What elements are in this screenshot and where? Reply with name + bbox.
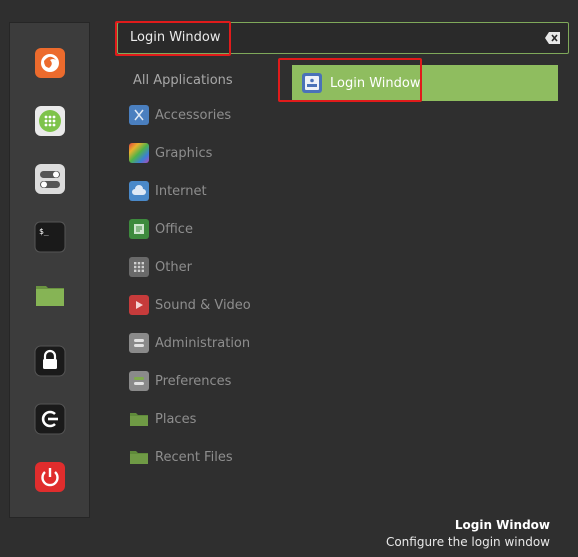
power-icon <box>35 462 65 492</box>
clear-search-icon[interactable] <box>545 32 560 44</box>
power-button[interactable] <box>32 459 68 495</box>
grid-icon <box>129 257 149 277</box>
category-label: Accessories <box>155 107 232 123</box>
category-label: Internet <box>155 183 207 199</box>
category-label: Office <box>155 221 193 237</box>
category-label: Places <box>155 411 197 427</box>
files-button[interactable] <box>32 277 68 313</box>
firefox-button[interactable] <box>32 45 68 81</box>
folder-icon <box>129 409 149 429</box>
logout-button[interactable] <box>32 401 68 437</box>
admin-icon <box>129 333 149 353</box>
login-window-icon <box>302 73 322 93</box>
software-manager-button[interactable] <box>32 103 68 139</box>
category-label: Administration <box>155 335 251 351</box>
graphics-icon <box>129 143 149 163</box>
office-icon <box>129 219 149 239</box>
search-input-value: Login Window <box>130 30 221 45</box>
terminal-icon: $_ <box>34 221 66 253</box>
logout-icon <box>34 403 66 435</box>
terminal-button[interactable]: $_ <box>32 219 68 255</box>
category-internet[interactable]: Internet <box>126 177 276 205</box>
files-folder-icon <box>36 286 64 306</box>
settings-toggle-icon <box>35 164 65 194</box>
category-label: Other <box>155 259 192 275</box>
category-label: Graphics <box>155 145 213 161</box>
lock-screen-icon <box>34 345 66 377</box>
category-label: All Applications <box>133 72 233 88</box>
category-recent-files[interactable]: Recent Files <box>126 443 276 471</box>
selected-app-description: Configure the login window <box>385 535 550 549</box>
category-graphics[interactable]: Graphics <box>126 139 276 167</box>
result-item-login-window[interactable]: Login Window <box>292 65 558 101</box>
preferences-icon <box>129 371 149 391</box>
category-preferences[interactable]: Preferences <box>126 367 276 395</box>
category-label: Recent Files <box>155 449 233 465</box>
category-all-applications[interactable]: All Applications <box>126 66 276 94</box>
svg-text:$_: $_ <box>39 227 49 236</box>
category-sound-video[interactable]: Sound & Video <box>126 291 276 319</box>
cloud-icon <box>129 181 149 201</box>
selected-app-name: Login Window <box>454 518 550 532</box>
category-office[interactable]: Office <box>126 215 276 243</box>
scissors-icon <box>129 105 149 125</box>
firefox-icon <box>35 48 65 78</box>
favorites-sidebar: $_ <box>9 22 90 518</box>
category-label: Sound & Video <box>155 297 251 313</box>
settings-button[interactable] <box>32 161 68 197</box>
category-other[interactable]: Other <box>126 253 276 281</box>
category-accessories[interactable]: Accessories <box>126 101 276 129</box>
category-label: Preferences <box>155 373 232 389</box>
software-manager-icon <box>35 106 65 136</box>
result-label: Login Window <box>330 75 421 91</box>
lock-screen-button[interactable] <box>32 343 68 379</box>
search-input[interactable]: Login Window <box>117 22 569 54</box>
category-administration[interactable]: Administration <box>126 329 276 357</box>
play-icon <box>129 295 149 315</box>
recent-folder-icon <box>129 447 149 467</box>
category-places[interactable]: Places <box>126 405 276 433</box>
